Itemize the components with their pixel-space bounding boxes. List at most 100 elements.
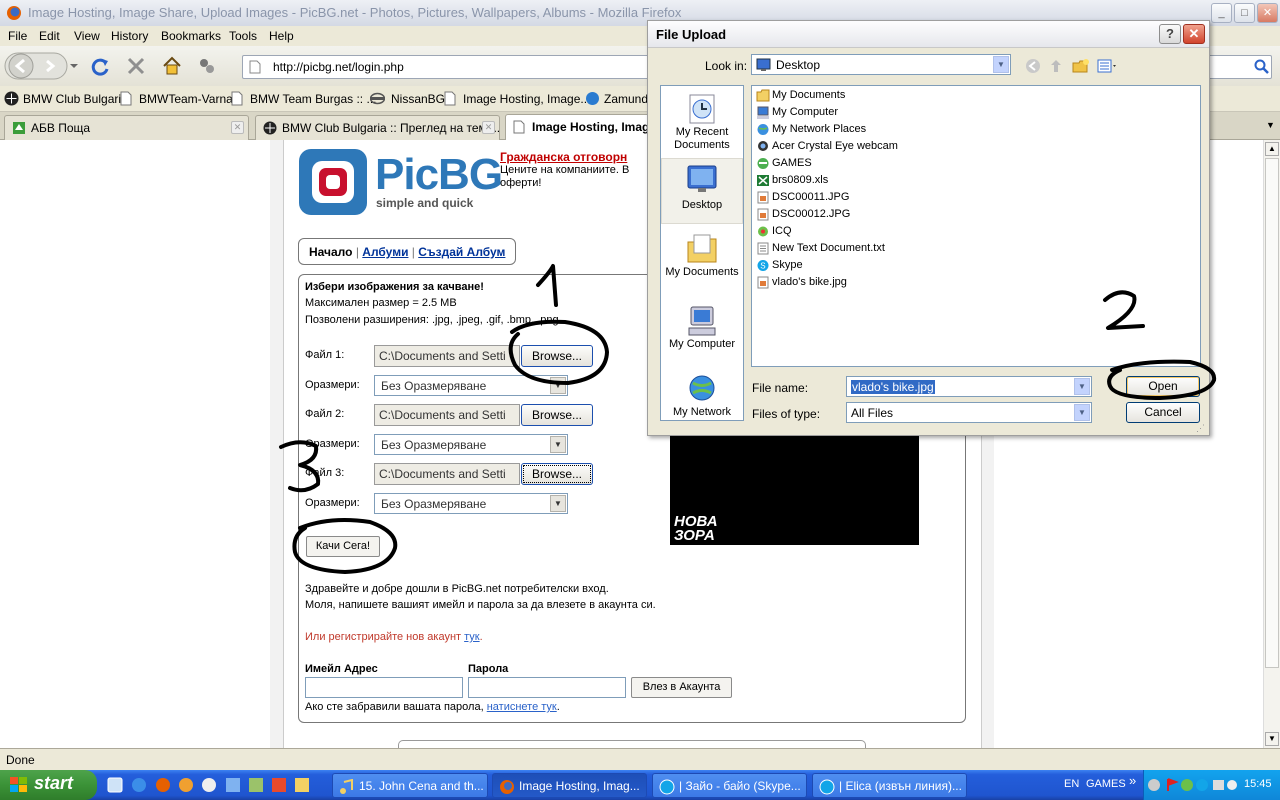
look-in-select[interactable]: Desktop ▼	[751, 54, 1011, 75]
place-recent-documents[interactable]: My Recent Documents	[661, 92, 743, 154]
browse-button-3[interactable]: Browse...	[521, 463, 593, 485]
resize-select-2[interactable]: Без Оразмеряване ▼	[374, 434, 568, 455]
scroll-thumb[interactable]	[1265, 158, 1279, 668]
place-desktop[interactable]: Desktop	[661, 158, 743, 224]
close-tab-icon[interactable]: ✕	[231, 121, 244, 134]
list-item[interactable]: New Text Document.txt	[756, 241, 885, 257]
nova-zora-banner[interactable]: НОВА ЗОРА	[670, 433, 919, 545]
back-icon[interactable]	[1025, 58, 1041, 74]
email-field[interactable]	[305, 677, 463, 698]
bookmark-item[interactable]: BMWTeam-Varna	[139, 92, 233, 106]
browse-button-2[interactable]: Browse...	[521, 404, 593, 426]
password-field[interactable]	[468, 677, 626, 698]
resize-select-3[interactable]: Без Оразмеряване ▼	[374, 493, 568, 514]
open-button[interactable]: Open	[1126, 376, 1200, 397]
tab-picbg[interactable]: Image Hosting, Imag	[505, 114, 655, 141]
maximize-button[interactable]: □	[1234, 3, 1255, 23]
taskbar-item-music[interactable]: 15. John Cena and th...	[332, 773, 488, 798]
close-button[interactable]: ✕	[1257, 3, 1278, 23]
stop-icon[interactable]	[127, 57, 145, 75]
nav-home[interactable]: Начало	[309, 245, 352, 259]
place-my-computer[interactable]: My Computer	[661, 304, 743, 366]
nav-create-album[interactable]: Създай Албум	[418, 245, 505, 259]
up-folder-icon[interactable]	[1048, 58, 1064, 74]
dialog-close-button[interactable]: ✕	[1183, 24, 1205, 44]
file-input-1[interactable]: C:\Documents and Setti	[374, 345, 520, 367]
chevron-down-icon[interactable]: ▼	[550, 377, 566, 394]
nav-albums[interactable]: Албуми	[362, 245, 408, 259]
list-item[interactable]: S Skype	[756, 258, 803, 274]
file-list[interactable]: My Documents My Computer My Network Plac…	[751, 85, 1201, 367]
menu-help[interactable]: Help	[269, 29, 294, 43]
chevron-down-icon[interactable]: ▼	[993, 56, 1009, 73]
list-item[interactable]: vlado's bike.jpg	[756, 275, 847, 291]
chevron-icon[interactable]: »	[1129, 773, 1136, 788]
chevron-down-icon[interactable]: ▼	[550, 495, 566, 512]
start-button[interactable]: start	[0, 770, 97, 800]
resize-grip-icon[interactable]: ⋰	[1196, 423, 1205, 434]
scroll-down-icon[interactable]: ▼	[1265, 732, 1279, 746]
search-icon[interactable]	[1254, 59, 1270, 75]
url-text[interactable]: http://picbg.net/login.php	[273, 60, 404, 74]
language-indicator[interactable]: EN	[1064, 778, 1079, 790]
bookmark-item[interactable]: BMW Club Bulgaria	[23, 92, 128, 106]
tab-bmw-club[interactable]: BMW Club Bulgaria :: Преглед на тема... …	[255, 115, 500, 140]
minimize-button[interactable]: _	[1211, 3, 1232, 23]
list-item[interactable]: GAMES	[756, 156, 812, 172]
tab-abv[interactable]: АБВ Поща ✕	[4, 115, 249, 140]
forgot-link[interactable]: натиснете тук	[487, 701, 557, 713]
menu-history[interactable]: History	[111, 29, 148, 43]
upload-now-button[interactable]: Качи Сега!	[306, 536, 380, 557]
list-item[interactable]: DSC00011.JPG	[756, 190, 849, 206]
taskbar-item-skype-1[interactable]: | Зайо - байо (Skype...	[652, 773, 807, 798]
chevron-down-icon[interactable]: ▼	[1074, 378, 1090, 395]
list-item[interactable]: DSC00012.JPG	[756, 207, 850, 223]
close-tab-icon[interactable]: ✕	[482, 121, 495, 134]
taskbar-item-skype-2[interactable]: | Elica (извън линия)...	[812, 773, 967, 798]
file-type-select[interactable]: All Files ▼	[846, 402, 1092, 423]
place-my-documents[interactable]: My Documents	[661, 232, 743, 294]
file-name-field[interactable]: vlado's bike.jpg ▼	[846, 376, 1092, 397]
scroll-up-icon[interactable]: ▲	[1265, 142, 1279, 156]
chevron-down-icon[interactable]: ▼	[1074, 404, 1090, 421]
file-name-value[interactable]: vlado's bike.jpg	[851, 380, 935, 394]
login-button[interactable]: Влез в Акаунта	[631, 677, 732, 698]
help-button[interactable]: ?	[1159, 24, 1181, 44]
tray-icons[interactable]	[1147, 777, 1237, 793]
register-link[interactable]: тук	[464, 631, 479, 643]
file-input-3[interactable]: C:\Documents and Setti	[374, 463, 520, 485]
promo-title[interactable]: Гражданска отговорн	[500, 150, 627, 164]
menu-view[interactable]: View	[74, 29, 100, 43]
browse-button-1[interactable]: Browse...	[521, 345, 593, 367]
bookmark-item[interactable]: BMW Team Burgas :: ...	[250, 92, 376, 106]
new-folder-icon[interactable]	[1072, 58, 1090, 74]
bookmark-item[interactable]: NissanBG	[391, 92, 445, 106]
list-item[interactable]: My Documents	[756, 88, 845, 104]
my-documents-icon	[687, 234, 717, 263]
cancel-button[interactable]: Cancel	[1126, 402, 1200, 423]
vertical-scrollbar[interactable]: ▲ ▼	[1263, 140, 1280, 748]
list-item[interactable]: ICQ	[756, 224, 792, 240]
place-my-network[interactable]: My Network	[661, 374, 743, 420]
view-menu-icon[interactable]	[1097, 58, 1119, 74]
list-item[interactable]: Acer Crystal Eye webcam	[756, 139, 898, 155]
list-item[interactable]: My Computer	[756, 105, 838, 121]
taskbar-item-firefox[interactable]: Image Hosting, Imag...	[492, 773, 647, 798]
chevron-down-icon[interactable]: ▼	[550, 436, 566, 453]
extension-icon[interactable]	[198, 57, 216, 75]
menu-file[interactable]: File	[8, 29, 27, 43]
menu-edit[interactable]: Edit	[39, 29, 60, 43]
reload-icon[interactable]	[90, 57, 110, 77]
tab-list-icon[interactable]: ▼	[1266, 120, 1275, 130]
menu-tools[interactable]: Tools	[229, 29, 257, 43]
back-forward-icon[interactable]	[4, 51, 80, 81]
resize-select-1[interactable]: Без Оразмеряване ▼	[374, 375, 568, 396]
home-icon[interactable]	[162, 56, 182, 76]
picbg-logo[interactable]	[298, 148, 368, 216]
menu-bookmarks[interactable]: Bookmarks	[161, 29, 221, 43]
list-item[interactable]: brs0809.xls	[756, 173, 828, 189]
bookmark-item[interactable]: Image Hosting, Image...	[463, 92, 590, 106]
list-item[interactable]: My Network Places	[756, 122, 866, 138]
file-input-2[interactable]: C:\Documents and Setti	[374, 404, 520, 426]
toolbar-label[interactable]: GAMES	[1086, 778, 1126, 790]
